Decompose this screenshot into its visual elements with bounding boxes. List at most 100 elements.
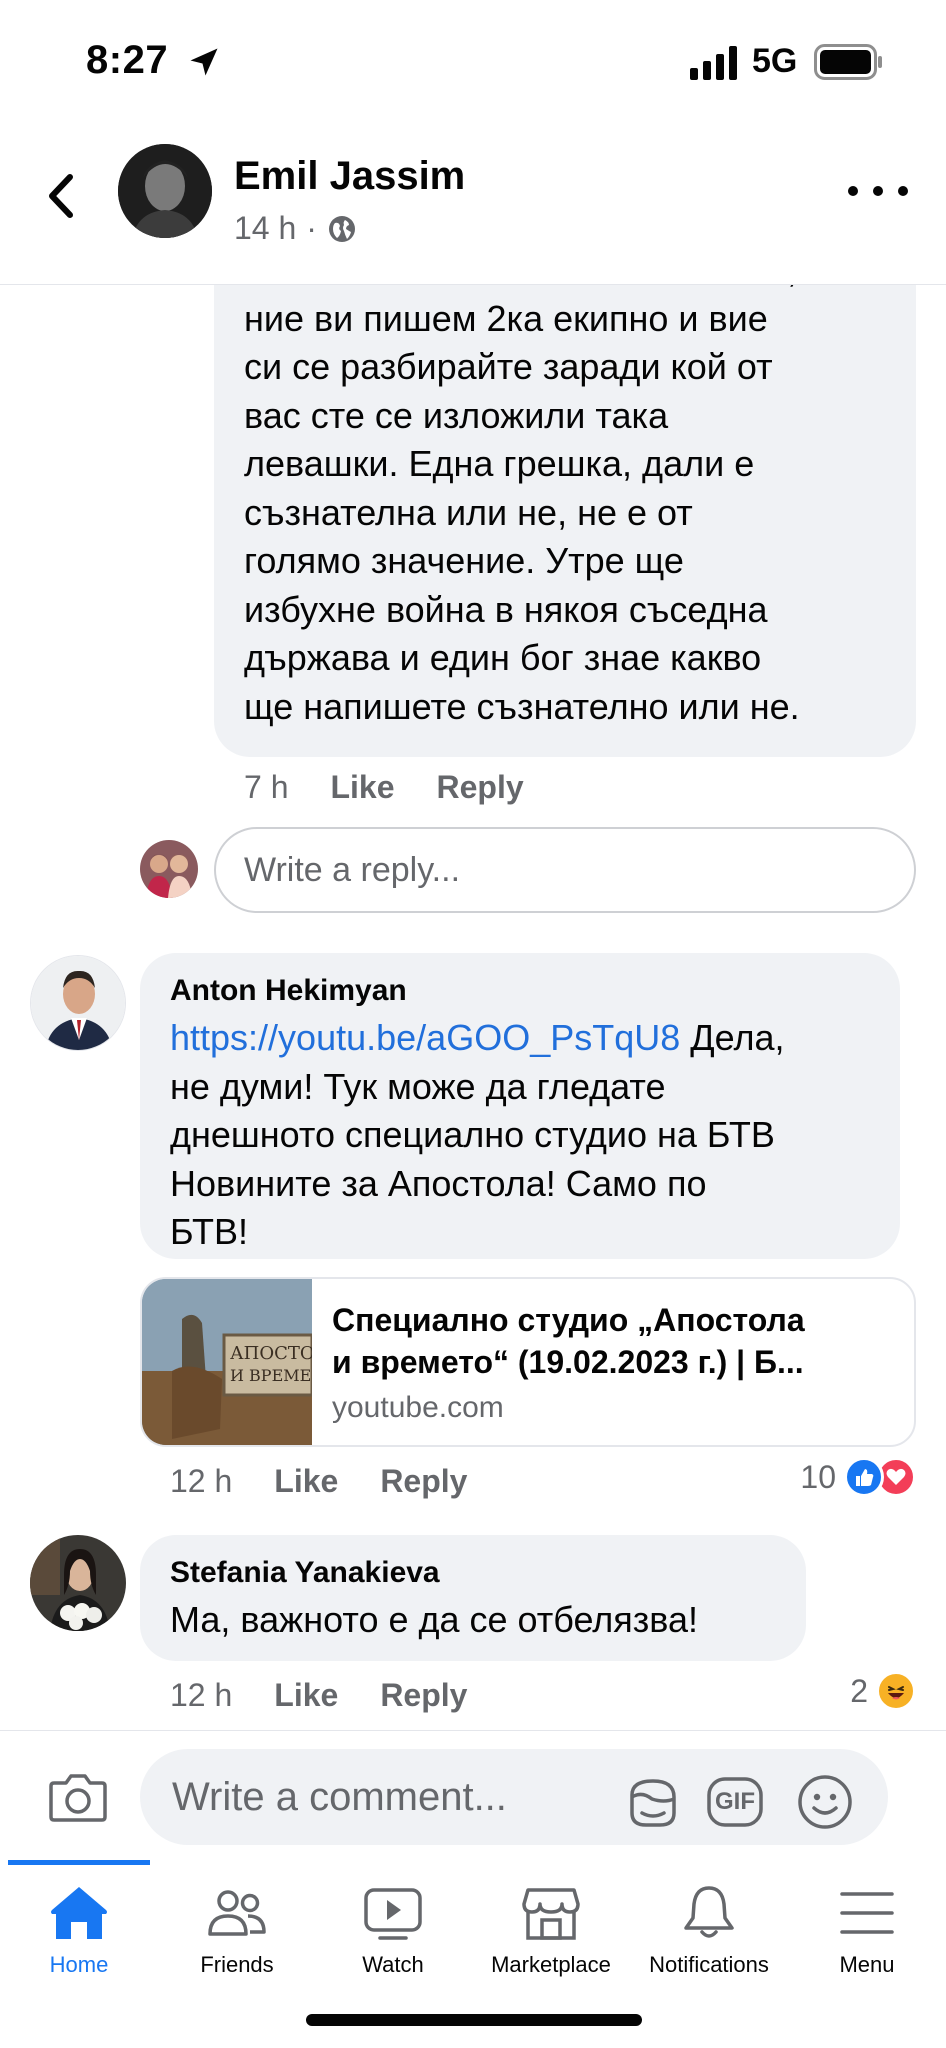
comment-input[interactable]: Write a comment... GIF bbox=[140, 1749, 888, 1845]
tab-watch[interactable]: Watch bbox=[314, 1884, 472, 1978]
tab-label: Home bbox=[49, 1952, 109, 1977]
reply-button[interactable]: Reply bbox=[437, 769, 524, 806]
comment-placeholder: Write a comment... bbox=[172, 1775, 507, 1819]
avatar-sticker-icon[interactable] bbox=[624, 1773, 682, 1831]
more-options-button[interactable] bbox=[848, 176, 908, 206]
comment-text: несъзнателна не помагаха. Така, ние ви п… bbox=[244, 285, 800, 731]
link-title-line: и времето“ (19.02.2023 г.) | Б... bbox=[332, 1344, 804, 1380]
dot bbox=[848, 186, 858, 196]
avatar-photo bbox=[31, 956, 125, 1050]
commenter-avatar[interactable] bbox=[30, 1535, 126, 1631]
network-label: 5G bbox=[752, 42, 798, 80]
comment-time: 12 h bbox=[170, 1677, 233, 1713]
author-avatar[interactable] bbox=[118, 144, 212, 238]
comment-line: държава и един бог знае какво bbox=[244, 637, 762, 678]
comment-line: избухне война в някоя съседна bbox=[244, 588, 768, 630]
reaction-summary[interactable]: 2 bbox=[850, 1671, 916, 1711]
comment-bubble: Stefania Yanakieva Ма, важното е да се о… bbox=[140, 1535, 806, 1661]
comment-line: несъзнателна не помагаха. Така, bbox=[244, 285, 800, 295]
like-button[interactable]: Like bbox=[274, 1463, 338, 1500]
gif-button[interactable]: GIF bbox=[706, 1773, 764, 1831]
link-thumbnail: АПОСТО И ВРЕМЕ bbox=[142, 1279, 315, 1445]
comment-actions: 7 h Like Reply bbox=[244, 769, 524, 806]
comment-line: вас сте се изложили така bbox=[244, 394, 669, 436]
comment-bubble: Anton Hekimyan https://youtu.be/aGOO_PsT… bbox=[140, 953, 900, 1259]
comment-author[interactable]: Stefania Yanakieva bbox=[170, 1553, 440, 1593]
comments-feed[interactable]: несъзнателна не помагаха. Така, ние ви п… bbox=[0, 285, 946, 1730]
comment-composer: Write a comment... GIF bbox=[0, 1730, 946, 1860]
link-domain: youtube.com bbox=[332, 1391, 504, 1424]
like-button[interactable]: Like bbox=[274, 1677, 338, 1714]
avatar-photo bbox=[30, 1535, 126, 1631]
thumb-text-1: АПОСТО bbox=[230, 1343, 312, 1364]
heart-icon bbox=[886, 1468, 906, 1485]
home-indicator bbox=[306, 2014, 642, 2026]
back-button[interactable] bbox=[36, 166, 86, 226]
comment-author[interactable]: Anton Hekimyan bbox=[170, 971, 407, 1011]
link-preview-card[interactable]: АПОСТО И ВРЕМЕ Специално студио „Апостол… bbox=[140, 1277, 916, 1447]
thumb-text-2: И ВРЕМЕ bbox=[230, 1366, 311, 1385]
reaction-count: 10 bbox=[800, 1458, 836, 1495]
link-title-line: Специално студио „Апостола bbox=[332, 1302, 805, 1338]
tab-notifications[interactable]: Notifications bbox=[630, 1884, 788, 1978]
haha-reaction-icon bbox=[876, 1671, 916, 1711]
comment-line: БТВ! bbox=[170, 1211, 249, 1252]
signal-icon bbox=[690, 46, 737, 80]
post-time: 14 h bbox=[234, 210, 297, 246]
tab-label: Marketplace bbox=[491, 1952, 611, 1977]
like-reaction-icon bbox=[844, 1457, 884, 1497]
reaction-summary[interactable]: 10 bbox=[800, 1457, 916, 1497]
comment-bubble: несъзнателна не помагаха. Така, ние ви п… bbox=[214, 285, 916, 757]
status-bar: 8:27 5G bbox=[0, 0, 946, 130]
tab-label: Friends bbox=[200, 1952, 274, 1977]
tab-label: Watch bbox=[362, 1952, 424, 1977]
dot bbox=[898, 186, 908, 196]
comment-line: ние ви пишем 2ка екипно и вие bbox=[244, 297, 768, 339]
bell-icon bbox=[684, 1886, 734, 1938]
tab-label: Menu bbox=[839, 1952, 895, 1977]
comment-line: съзнателна или не, не е от bbox=[244, 491, 693, 533]
comment-time: 7 h bbox=[244, 769, 289, 805]
chevron-left-icon bbox=[49, 174, 73, 218]
dot bbox=[873, 186, 883, 196]
gif-label: GIF bbox=[715, 1788, 755, 1815]
comment-actions: 12 h Like Reply bbox=[170, 1677, 467, 1714]
tab-menu[interactable]: Menu bbox=[788, 1884, 946, 1978]
comment-link[interactable]: https://youtu.be/aGOO_PsTqU8 bbox=[170, 1017, 680, 1058]
comment-line: ще напишете съзнателно или не. bbox=[244, 685, 800, 727]
friends-icon bbox=[208, 1890, 266, 1936]
comment-line: голямо значение. Утре ще bbox=[244, 540, 684, 581]
tab-friends[interactable]: Friends bbox=[158, 1884, 316, 1978]
comment-line: левашки. Една грешка, дали е bbox=[244, 443, 755, 484]
home-icon bbox=[51, 1887, 107, 1939]
reaction-count: 2 bbox=[850, 1672, 868, 1709]
comment-line: си се разбирайте заради кой от bbox=[244, 346, 773, 387]
comment-line: днешното специално студио на БТВ bbox=[170, 1114, 775, 1155]
menu-icon bbox=[840, 1892, 894, 1934]
watch-icon bbox=[364, 1888, 422, 1940]
comment-line: Новините за Апостола! Само по bbox=[170, 1162, 707, 1204]
camera-icon[interactable] bbox=[48, 1771, 108, 1823]
avatar-photo bbox=[140, 840, 198, 898]
location-arrow-icon bbox=[190, 48, 218, 76]
comment-text: Ма, важното е да се отбелязва! bbox=[170, 1599, 699, 1640]
current-user-avatar bbox=[140, 840, 198, 898]
reply-button[interactable]: Reply bbox=[380, 1463, 467, 1500]
comment-actions: 12 h Like Reply bbox=[170, 1463, 467, 1500]
comment-time: 12 h bbox=[170, 1463, 233, 1499]
reply-input[interactable]: Write a reply... bbox=[214, 827, 916, 913]
tab-home[interactable]: Home bbox=[0, 1884, 158, 1978]
like-button[interactable]: Like bbox=[330, 769, 394, 806]
thumbnail-image: АПОСТО И ВРЕМЕ bbox=[142, 1279, 315, 1445]
globe-icon bbox=[328, 215, 355, 242]
meta-dot: · bbox=[306, 210, 317, 246]
reply-button[interactable]: Reply bbox=[380, 1677, 467, 1714]
tab-marketplace[interactable]: Marketplace bbox=[472, 1884, 630, 1978]
author-name[interactable]: Emil Jassim bbox=[234, 154, 465, 199]
laughing-face-icon bbox=[888, 1686, 904, 1700]
link-title: Специално студио „Апостола и времето“ (1… bbox=[332, 1299, 892, 1383]
marketplace-icon bbox=[522, 1888, 580, 1940]
status-time: 8:27 bbox=[86, 38, 169, 82]
emoji-icon[interactable] bbox=[796, 1773, 854, 1831]
commenter-avatar[interactable] bbox=[30, 955, 126, 1051]
